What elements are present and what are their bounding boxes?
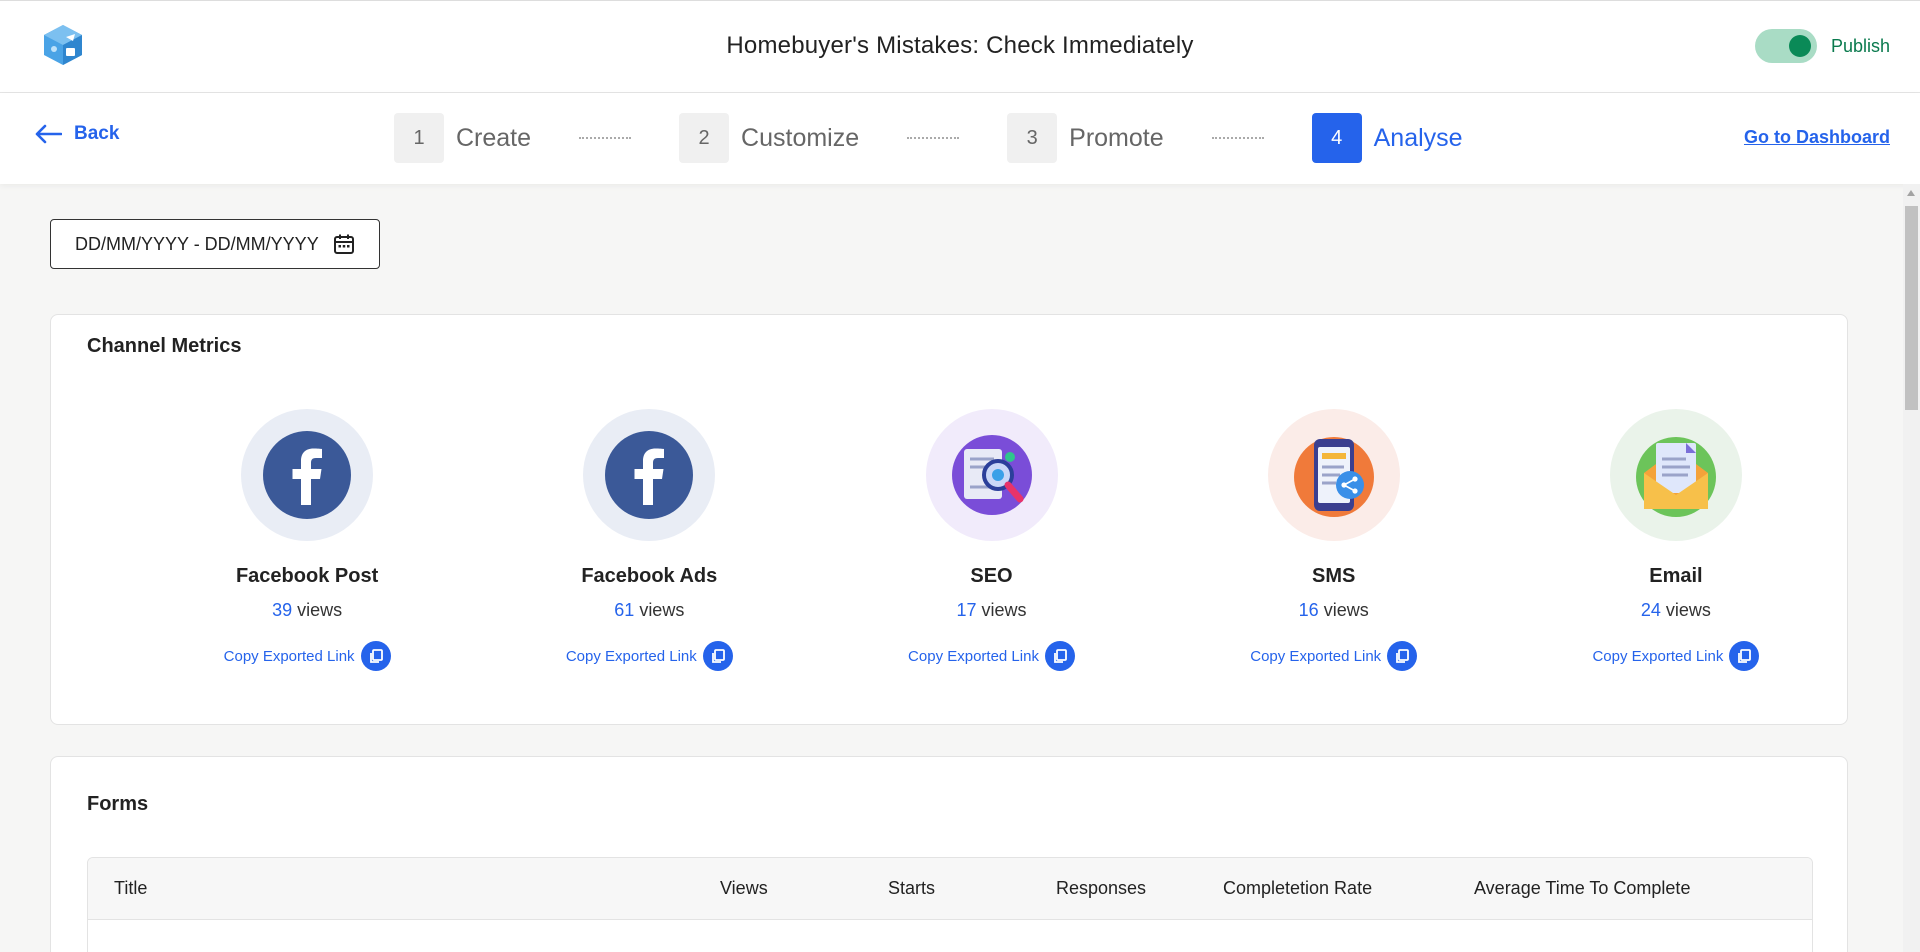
date-range-placeholder: DD/MM/YYYY - DD/MM/YYYY <box>75 233 319 254</box>
channel-email: Email 24 views Copy Exported Link <box>1505 409 1847 671</box>
step-number: 1 <box>394 113 444 163</box>
copy-icon[interactable] <box>1044 641 1075 671</box>
step-label: Create <box>456 123 532 152</box>
views-label: views <box>297 600 343 620</box>
channel-icon-circle <box>925 409 1058 541</box>
scrollbar-thumb[interactable] <box>1905 206 1918 410</box>
column-header-responses[interactable]: Responses <box>1056 878 1146 899</box>
channel-name: Facebook Ads <box>581 565 718 587</box>
forms-card: Forms Title Views Starts Responses Compl… <box>50 756 1848 952</box>
views-count: 16 <box>1298 600 1319 620</box>
channel-views: 24 views <box>1641 600 1711 621</box>
views-count: 17 <box>956 600 977 620</box>
date-range-input[interactable]: DD/MM/YYYY - DD/MM/YYYY <box>50 219 380 269</box>
copy-exported-link-button[interactable]: Copy Exported Link <box>566 641 733 671</box>
forms-table: Title Views Starts Responses Completetio… <box>87 857 1813 952</box>
channel-name: Facebook Post <box>235 565 379 587</box>
copy-link-label: Copy Exported Link <box>1592 647 1724 665</box>
step-number: 2 <box>679 113 730 163</box>
channel-views: 39 views <box>272 600 342 621</box>
copy-exported-link-button[interactable]: Copy Exported Link <box>224 641 391 671</box>
channel-icon-circle <box>241 409 374 541</box>
views-label: views <box>981 600 1027 620</box>
back-button[interactable]: Back <box>34 123 119 145</box>
column-header-average-time[interactable]: Average Time To Complete <box>1474 878 1690 899</box>
scroll-up-arrow-icon[interactable] <box>1907 190 1915 196</box>
column-header-views[interactable]: Views <box>720 878 768 899</box>
channel-name: SEO <box>970 565 1013 587</box>
publish-toggle[interactable] <box>1754 29 1817 63</box>
copy-link-label: Copy Exported Link <box>223 647 355 665</box>
sms-icon <box>1293 437 1374 517</box>
copy-icon[interactable] <box>1729 641 1760 671</box>
channel-name: SMS <box>1312 565 1356 587</box>
page-title: Homebuyer's Mistakes: Check Immediately <box>726 32 1194 59</box>
step-number: 4 <box>1311 113 1362 163</box>
step-analyse[interactable]: 4 Analyse <box>1311 113 1463 163</box>
views-count: 24 <box>1640 600 1661 620</box>
column-header-completion-rate[interactable]: Completetion Rate <box>1223 878 1372 899</box>
publish-label: Publish <box>1830 35 1890 56</box>
channel-metrics-title: Channel Metrics <box>87 335 242 357</box>
step-label: Analyse <box>1373 123 1463 152</box>
channel-facebook-post: Facebook Post 39 views Copy Exported Lin… <box>136 409 478 671</box>
views-count: 39 <box>272 600 293 620</box>
channel-metrics-card: Channel Metrics Facebook Post 39 views C… <box>50 314 1848 725</box>
channel-icon-circle <box>1267 409 1400 541</box>
forms-title: Forms <box>87 793 149 815</box>
copy-icon[interactable] <box>702 641 733 671</box>
channel-views: 17 views <box>956 600 1026 621</box>
back-label: Back <box>74 123 120 144</box>
step-number: 3 <box>1007 113 1058 163</box>
channel-icon-circle <box>1609 409 1742 541</box>
step-promote[interactable]: 3 Promote <box>1007 113 1164 163</box>
step-create[interactable]: 1 Create <box>394 113 531 163</box>
channel-views: 16 views <box>1299 600 1369 621</box>
email-icon <box>1635 437 1716 517</box>
step-divider <box>907 137 960 139</box>
column-header-starts[interactable]: Starts <box>888 878 935 899</box>
copy-link-label: Copy Exported Link <box>908 647 1039 665</box>
steps: 1 Create 2 Customize 3 Promote 4 Analyse <box>394 113 1463 163</box>
table-header: Title Views Starts Responses Completetio… <box>88 858 1812 920</box>
copy-exported-link-button[interactable]: Copy Exported Link <box>908 641 1075 671</box>
vertical-scrollbar[interactable] <box>1903 184 1920 952</box>
arrow-left-icon <box>35 124 62 144</box>
views-count: 61 <box>614 600 635 620</box>
facebook-icon <box>263 431 352 519</box>
facebook-icon <box>605 431 694 519</box>
step-navigation: Back 1 Create 2 Customize 3 Promote 4 An… <box>0 93 1920 184</box>
step-divider <box>1211 137 1264 139</box>
seo-icon <box>951 435 1032 515</box>
top-header: Homebuyer's Mistakes: Check Immediately … <box>0 0 1920 93</box>
publish-control: Publish <box>1754 29 1890 63</box>
views-label: views <box>1323 600 1369 620</box>
go-to-dashboard-link[interactable]: Go to Dashboard <box>1744 127 1890 148</box>
copy-exported-link-button[interactable]: Copy Exported Link <box>1592 641 1760 671</box>
step-customize[interactable]: 2 Customize <box>679 113 859 163</box>
step-label: Promote <box>1069 123 1164 152</box>
column-header-title[interactable]: Title <box>114 878 147 899</box>
views-label: views <box>639 600 685 620</box>
channel-seo: SEO 17 views Copy Exported Link <box>820 409 1162 671</box>
channel-list: Facebook Post 39 views Copy Exported Lin… <box>51 409 1847 671</box>
channel-sms: SMS 16 views Copy Exported Link <box>1163 409 1505 671</box>
copy-link-label: Copy Exported Link <box>565 647 697 665</box>
calendar-icon[interactable] <box>333 233 355 255</box>
channel-icon-circle <box>583 409 716 541</box>
channel-facebook-ads: Facebook Ads 61 views Copy Exported Link <box>478 409 820 671</box>
copy-icon[interactable] <box>1387 641 1418 671</box>
step-divider <box>579 137 632 139</box>
copy-link-label: Copy Exported Link <box>1250 647 1382 665</box>
channel-views: 61 views <box>614 600 684 621</box>
copy-icon[interactable] <box>360 641 391 671</box>
copy-exported-link-button[interactable]: Copy Exported Link <box>1250 641 1418 671</box>
channel-name: Email <box>1649 565 1703 587</box>
toggle-knob <box>1788 35 1811 57</box>
views-label: views <box>1665 600 1711 620</box>
step-label: Customize <box>741 123 860 152</box>
